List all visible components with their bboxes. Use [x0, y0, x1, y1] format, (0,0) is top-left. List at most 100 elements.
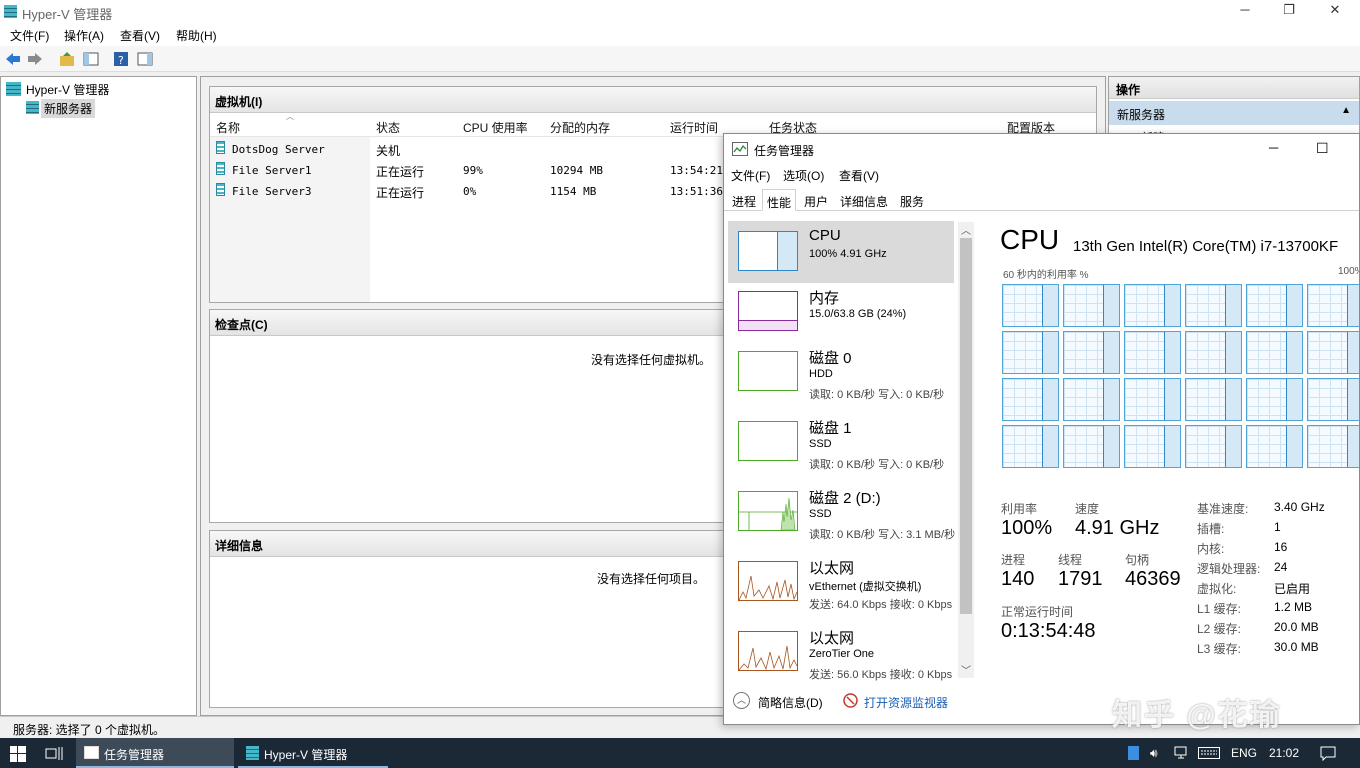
tab-users[interactable]: 用户	[800, 189, 832, 211]
hyperv-toolbar: ?	[0, 46, 1360, 72]
perf-item-memory[interactable]: 内存 15.0/63.8 GB (24%)	[728, 281, 954, 343]
menu-file[interactable]: 文件(F)	[10, 27, 49, 44]
scroll-down-icon[interactable]: ﹀	[961, 662, 971, 677]
keyboard-icon[interactable]	[1198, 747, 1220, 759]
console-tree-icon[interactable]	[82, 50, 100, 68]
menu-action[interactable]: 操作(A)	[64, 27, 104, 44]
util-value: 100%	[1001, 517, 1053, 539]
perf-item-ethernet2[interactable]: 以太网 ZeroTier One 发送: 56.0 Kbps 接收: 0 Kbp…	[728, 621, 954, 683]
hyperv-taskbar-icon	[246, 746, 259, 760]
uptime-label: 正常运行时间	[1001, 605, 1074, 619]
volume-icon[interactable]: 🔊︎	[1150, 746, 1158, 761]
vm-panel-title: 虚拟机(I)	[210, 87, 1096, 113]
perf-item-cpu[interactable]: CPU 100% 4.91 GHz	[728, 221, 954, 283]
tab-processes[interactable]: 进程	[728, 189, 760, 211]
taskbar-item-taskmgr[interactable]: 任务管理器	[76, 738, 234, 768]
cpu-core-graph	[1307, 378, 1359, 421]
process-label: 进程	[1001, 553, 1026, 567]
scrollbar-thumb[interactable]	[960, 238, 972, 614]
cpu-core-graph	[1002, 284, 1059, 327]
col-cpu[interactable]: CPU 使用率	[463, 119, 528, 136]
collapse-up-icon[interactable]: ▲	[1341, 105, 1351, 116]
cpu-heading: CPU	[1000, 224, 1060, 255]
svg-text:?: ?	[118, 54, 124, 67]
perf-item-disk1[interactable]: 磁盘 1 SSD 读取: 0 KB/秒 写入: 0 KB/秒	[728, 411, 954, 473]
clock[interactable]: 21:02	[1269, 746, 1299, 760]
col-state[interactable]: 状态	[376, 119, 400, 136]
tree-root[interactable]: Hyper-V 管理器	[26, 81, 109, 98]
memory-thumb	[738, 291, 798, 331]
hyperv-titlebar: Hyper-V 管理器 ─ ❐ ✕	[0, 0, 1360, 24]
perf-item-type: SSD	[809, 438, 832, 450]
help-icon[interactable]: ?	[112, 50, 130, 68]
tree-server[interactable]: 新服务器	[41, 99, 96, 118]
cpu-core-graph	[1185, 284, 1242, 327]
sort-up-icon: ︿	[286, 112, 294, 121]
actions-section-label: 新服务器	[1117, 108, 1166, 122]
spec-key: 插槽:	[1197, 522, 1225, 536]
details-empty-text: 没有选择任何项目。	[597, 572, 706, 586]
back-arrow-icon[interactable]	[4, 50, 22, 68]
col-uptime[interactable]: 运行时间	[670, 119, 718, 136]
maximize-button[interactable]: ❐	[1266, 2, 1312, 22]
minimize-button[interactable]: ─	[1222, 2, 1268, 22]
col-name[interactable]: 名称	[216, 119, 240, 136]
perf-item-adapter: vEthernet (虚拟交换机)	[809, 581, 922, 593]
hyperv-menubar: 文件(F) 操作(A) 查看(V) 帮助(H)	[0, 24, 1360, 46]
vm-cpu: 99%	[463, 164, 483, 177]
tm-minimize-button[interactable]: ─	[1269, 140, 1278, 155]
up-folder-icon[interactable]	[58, 50, 76, 68]
perf-item-type: SSD	[809, 508, 832, 520]
perf-item-disk2[interactable]: 磁盘 2 (D:) SSD 读取: 0 KB/秒 写入: 3.1 MB/秒	[728, 481, 955, 543]
taskbar-item-hyperv[interactable]: Hyper-V 管理器	[238, 738, 388, 768]
col-memory[interactable]: 分配的内存	[550, 119, 610, 136]
sidebar-scrollbar[interactable]: ︿ ﹀	[958, 222, 974, 678]
perf-item-ethernet1[interactable]: 以太网 vEthernet (虚拟交换机) 发送: 64.0 Kbps 接收: …	[728, 551, 954, 613]
console-tree: Hyper-V 管理器 新服务器	[0, 76, 197, 716]
actions-section-header[interactable]: 新服务器 ▲	[1109, 101, 1359, 125]
perf-item-adapter: ZeroTier One	[809, 648, 875, 660]
taskmgr-window: 任务管理器 ─ ☐ 文件(F) 选项(O) 查看(V) 进程 性能 用户 详细信…	[723, 133, 1360, 725]
tm-menu-file[interactable]: 文件(F)	[731, 167, 770, 184]
tray-app-icon[interactable]	[1128, 746, 1139, 760]
brief-toggle-icon[interactable]: ︿	[733, 692, 750, 709]
tab-services[interactable]: 服务	[896, 189, 928, 211]
cpu-core-usage-fill	[1042, 285, 1058, 326]
network-icon[interactable]	[1174, 746, 1190, 760]
task-view-icon[interactable]	[45, 746, 63, 761]
tm-menu-options[interactable]: 选项(O)	[783, 167, 824, 184]
spec-key: 逻辑处理器:	[1197, 562, 1261, 576]
perf-item-io: 读取: 0 KB/秒 写入: 0 KB/秒	[809, 459, 945, 471]
tm-maximize-button[interactable]: ☐	[1316, 140, 1329, 157]
spec-value: 已启用	[1274, 582, 1311, 596]
brief-link[interactable]: 简略信息(D)	[758, 694, 823, 711]
menu-help[interactable]: 帮助(H)	[176, 27, 217, 44]
notification-icon[interactable]	[1320, 746, 1336, 761]
input-language[interactable]: ENG	[1231, 746, 1257, 760]
cpu-graph-max: 100%	[1338, 266, 1359, 277]
cpu-core-usage-fill	[1347, 332, 1359, 373]
start-windows-icon[interactable]	[10, 746, 26, 762]
cpu-core-graph	[1002, 331, 1059, 374]
cpu-core-usage-fill	[1225, 332, 1241, 373]
vm-state: 关机	[376, 144, 401, 158]
spec-value: 24	[1274, 560, 1288, 574]
close-button[interactable]: ✕	[1312, 2, 1358, 22]
tm-menu-view[interactable]: 查看(V)	[839, 167, 879, 184]
speed-label: 速度	[1075, 502, 1100, 516]
resource-monitor-link[interactable]: 打开资源监视器	[864, 694, 948, 711]
scroll-up-icon[interactable]: ︿	[961, 222, 971, 237]
tab-performance[interactable]: 性能	[762, 189, 797, 211]
actions-title: 操作	[1109, 77, 1359, 99]
forward-arrow-icon[interactable]	[26, 50, 44, 68]
status-text: 服务器: 选择了 0 个虚拟机。	[13, 723, 166, 737]
menu-view[interactable]: 查看(V)	[120, 27, 160, 44]
tab-details[interactable]: 详细信息	[836, 189, 892, 211]
process-value: 140	[1001, 568, 1035, 590]
action-pane-icon[interactable]	[136, 50, 154, 68]
perf-item-disk0[interactable]: 磁盘 0 HDD 读取: 0 KB/秒 写入: 0 KB/秒	[728, 341, 954, 403]
vm-cpu: 0%	[463, 185, 477, 198]
cpu-model: 13th Gen Intel(R) Core(TM) i7-13700KF	[1073, 238, 1339, 255]
cpu-core-graph	[1246, 378, 1303, 421]
perf-item-name: 以太网	[809, 630, 855, 647]
